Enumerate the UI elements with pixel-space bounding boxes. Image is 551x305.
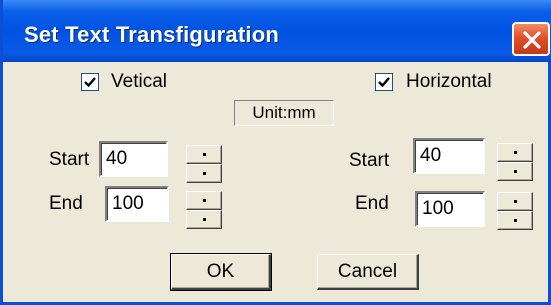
horizontal-start-spinner — [497, 143, 533, 181]
dialog-window: Set Text Transfiguration Vetical Horizon… — [0, 0, 551, 305]
checkmark-icon — [378, 77, 390, 88]
spin-up-button[interactable] — [186, 191, 222, 210]
spin-up-icon — [203, 199, 206, 202]
vertical-checkbox[interactable] — [81, 73, 99, 91]
horizontal-checkbox-label[interactable]: Horizontal — [406, 71, 492, 93]
spin-up-button[interactable] — [497, 192, 533, 211]
spin-up-button[interactable] — [497, 143, 533, 162]
spin-down-button[interactable] — [497, 162, 533, 181]
spin-down-button[interactable] — [497, 211, 533, 230]
unit-label: Unit:mm — [234, 100, 334, 126]
close-x-icon — [523, 31, 541, 49]
spin-up-icon — [514, 200, 517, 203]
horizontal-end-spinner — [497, 192, 533, 230]
horizontal-checkbox[interactable] — [375, 73, 393, 91]
close-button[interactable] — [512, 22, 550, 56]
spin-down-icon — [203, 218, 206, 221]
spin-down-button[interactable] — [186, 210, 222, 229]
horizontal-start-label: Start — [349, 150, 390, 171]
spin-down-icon — [514, 219, 517, 222]
horizontal-start-input[interactable]: 40 — [413, 138, 485, 174]
dialog-title: Set Text Transfiguration — [24, 22, 279, 47]
vertical-start-spinner — [186, 145, 222, 183]
spin-up-icon — [514, 151, 517, 154]
horizontal-end-label: End — [355, 193, 389, 214]
spin-up-button[interactable] — [186, 145, 222, 164]
checkmark-icon — [84, 77, 96, 88]
vertical-end-input[interactable]: 100 — [105, 186, 169, 222]
spin-down-icon — [514, 170, 517, 173]
ok-button[interactable]: OK — [170, 253, 272, 291]
horizontal-end-input[interactable]: 100 — [415, 191, 485, 227]
spin-down-icon — [203, 172, 206, 175]
title-bar[interactable]: Set Text Transfiguration — [3, 0, 551, 62]
vertical-checkbox-label[interactable]: Vetical — [111, 71, 167, 93]
spin-up-icon — [203, 153, 206, 156]
vertical-end-spinner — [186, 191, 222, 229]
spin-down-button[interactable] — [186, 164, 222, 183]
cancel-button[interactable]: Cancel — [317, 254, 419, 290]
vertical-end-label: End — [49, 193, 83, 214]
vertical-start-input[interactable]: 40 — [99, 141, 168, 177]
vertical-start-label: Start — [49, 149, 90, 170]
